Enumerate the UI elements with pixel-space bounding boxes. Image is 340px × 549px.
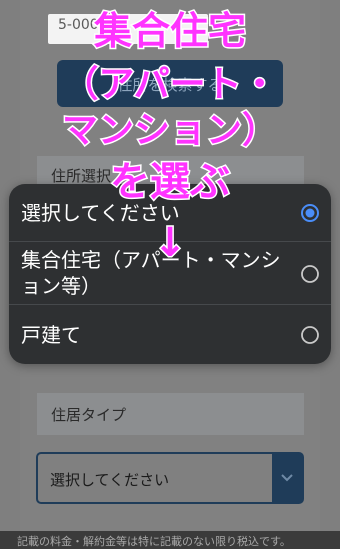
picker-option-house[interactable]: 戸建て	[9, 306, 331, 364]
footer: 記載の料金・解約金等は特に記載のない限り税込です。	[0, 531, 340, 549]
picker-option-label: 戸建て	[21, 323, 81, 347]
address-search-label: 住所を検索する	[117, 76, 223, 94]
address-search-button[interactable]: 住所を検索する	[57, 60, 283, 107]
picker-option-label: 集合住宅（アパート・マンション等）	[21, 248, 281, 298]
residence-type-header: 住居タイプ	[37, 393, 304, 435]
address-select-label: 住所選択	[51, 167, 112, 185]
radio-selected-icon	[301, 204, 319, 222]
zip-code-value: 5-0002	[58, 17, 108, 33]
residence-type-picker: 選択してください 集合住宅（アパート・マンション等） 戸建て	[9, 184, 331, 364]
chevron-down-icon[interactable]	[272, 454, 302, 502]
picker-option-label: 選択してください	[21, 201, 180, 225]
radio-unselected-icon	[301, 265, 319, 283]
picker-option-apartment[interactable]: 集合住宅（アパート・マンション等）	[9, 243, 331, 305]
residence-type-select[interactable]: 選択してください	[36, 452, 304, 504]
picker-option-select[interactable]: 選択してください	[9, 184, 331, 242]
footer-note: 記載の料金・解約金等は特に記載のない限り税込です。	[17, 535, 291, 548]
radio-unselected-icon	[301, 326, 319, 344]
residence-type-select-value: 選択してください	[50, 471, 170, 489]
residence-type-label: 住居タイプ	[51, 406, 127, 424]
